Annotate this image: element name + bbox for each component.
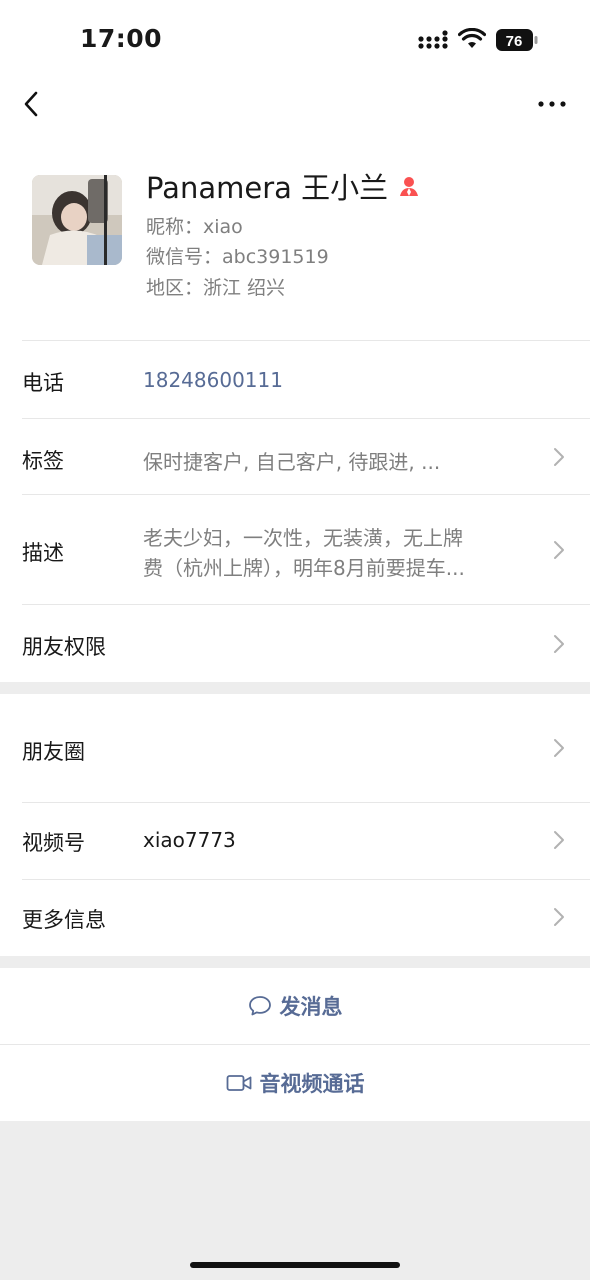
chevron-left-icon (24, 91, 38, 117)
description-row[interactable]: 描述 老夫少妇，一次性，无装潢，无上牌 费（杭州上牌），明年8月前要提车... (0, 495, 590, 604)
chevron-right-icon (554, 831, 564, 849)
back-button[interactable] (16, 88, 46, 120)
status-time: 17:00 (80, 24, 163, 53)
home-indicator[interactable] (190, 1262, 400, 1268)
more-dots-icon (538, 101, 566, 107)
friend-permissions-label: 朋友权限 (22, 635, 106, 659)
moments-label: 朋友圈 (22, 740, 85, 764)
status-bar: 17:00 76 (0, 0, 590, 80)
phone-row[interactable]: 电话 18248600111 (0, 341, 590, 418)
chevron-right-icon (554, 635, 564, 653)
profile-card: 17:00 76 Panamera 王小兰 昵称：xiao 微信号：abc391… (0, 0, 590, 682)
battery-level: 76 (506, 33, 523, 50)
social-section: 朋友圈 视频号 xiao7773 更多信息 (0, 694, 590, 956)
more-options-button[interactable] (534, 92, 570, 116)
phone-number-link[interactable]: 18248600111 (143, 368, 283, 392)
avatar[interactable] (32, 175, 122, 265)
tags-value: 保时捷客户, 自己客户, 待跟进, ... (143, 450, 441, 474)
friend-permissions-row[interactable]: 朋友权限 (0, 605, 590, 682)
send-message-label: 发消息 (279, 995, 343, 1019)
tags-label: 标签 (22, 449, 64, 473)
wifi-icon (458, 28, 486, 48)
video-call-label: 音视频通话 (259, 1072, 365, 1096)
tags-row[interactable]: 标签 保时捷客户, 自己客户, 待跟进, ... (0, 419, 590, 495)
battery-icon: 76 (496, 29, 538, 51)
moments-row[interactable]: 朋友圈 (0, 694, 590, 802)
channels-label: 视频号 (22, 831, 85, 855)
chevron-right-icon (554, 448, 564, 466)
video-camera-icon (226, 1075, 251, 1091)
description-line-1: 老夫少妇，一次性，无装潢，无上牌 (143, 526, 463, 550)
video-call-button[interactable]: 音视频通话 (0, 1045, 590, 1121)
more-info-row[interactable]: 更多信息 (0, 880, 590, 956)
send-message-button[interactable]: 发消息 (0, 968, 590, 1044)
chat-bubble-icon (248, 996, 271, 1016)
avatar-photo (32, 175, 122, 265)
channels-value: xiao7773 (143, 828, 236, 852)
more-info-label: 更多信息 (22, 908, 106, 932)
description-line-2: 费（杭州上牌），明年8月前要提车... (143, 556, 465, 580)
female-icon (400, 177, 419, 196)
description-label: 描述 (22, 541, 64, 565)
nickname-text: 昵称：xiao (146, 216, 243, 238)
phone-label: 电话 (22, 371, 64, 395)
chevron-right-icon (554, 908, 564, 926)
wechat-id-text[interactable]: 微信号：abc391519 (146, 242, 329, 269)
chevron-right-icon (554, 739, 564, 757)
signal-icon (418, 30, 448, 49)
channels-row[interactable]: 视频号 xiao7773 (0, 803, 590, 879)
region-text: 地区：浙江 绍兴 (146, 277, 286, 299)
chevron-right-icon (554, 541, 564, 559)
contact-name: Panamera 王小兰 (146, 171, 389, 205)
